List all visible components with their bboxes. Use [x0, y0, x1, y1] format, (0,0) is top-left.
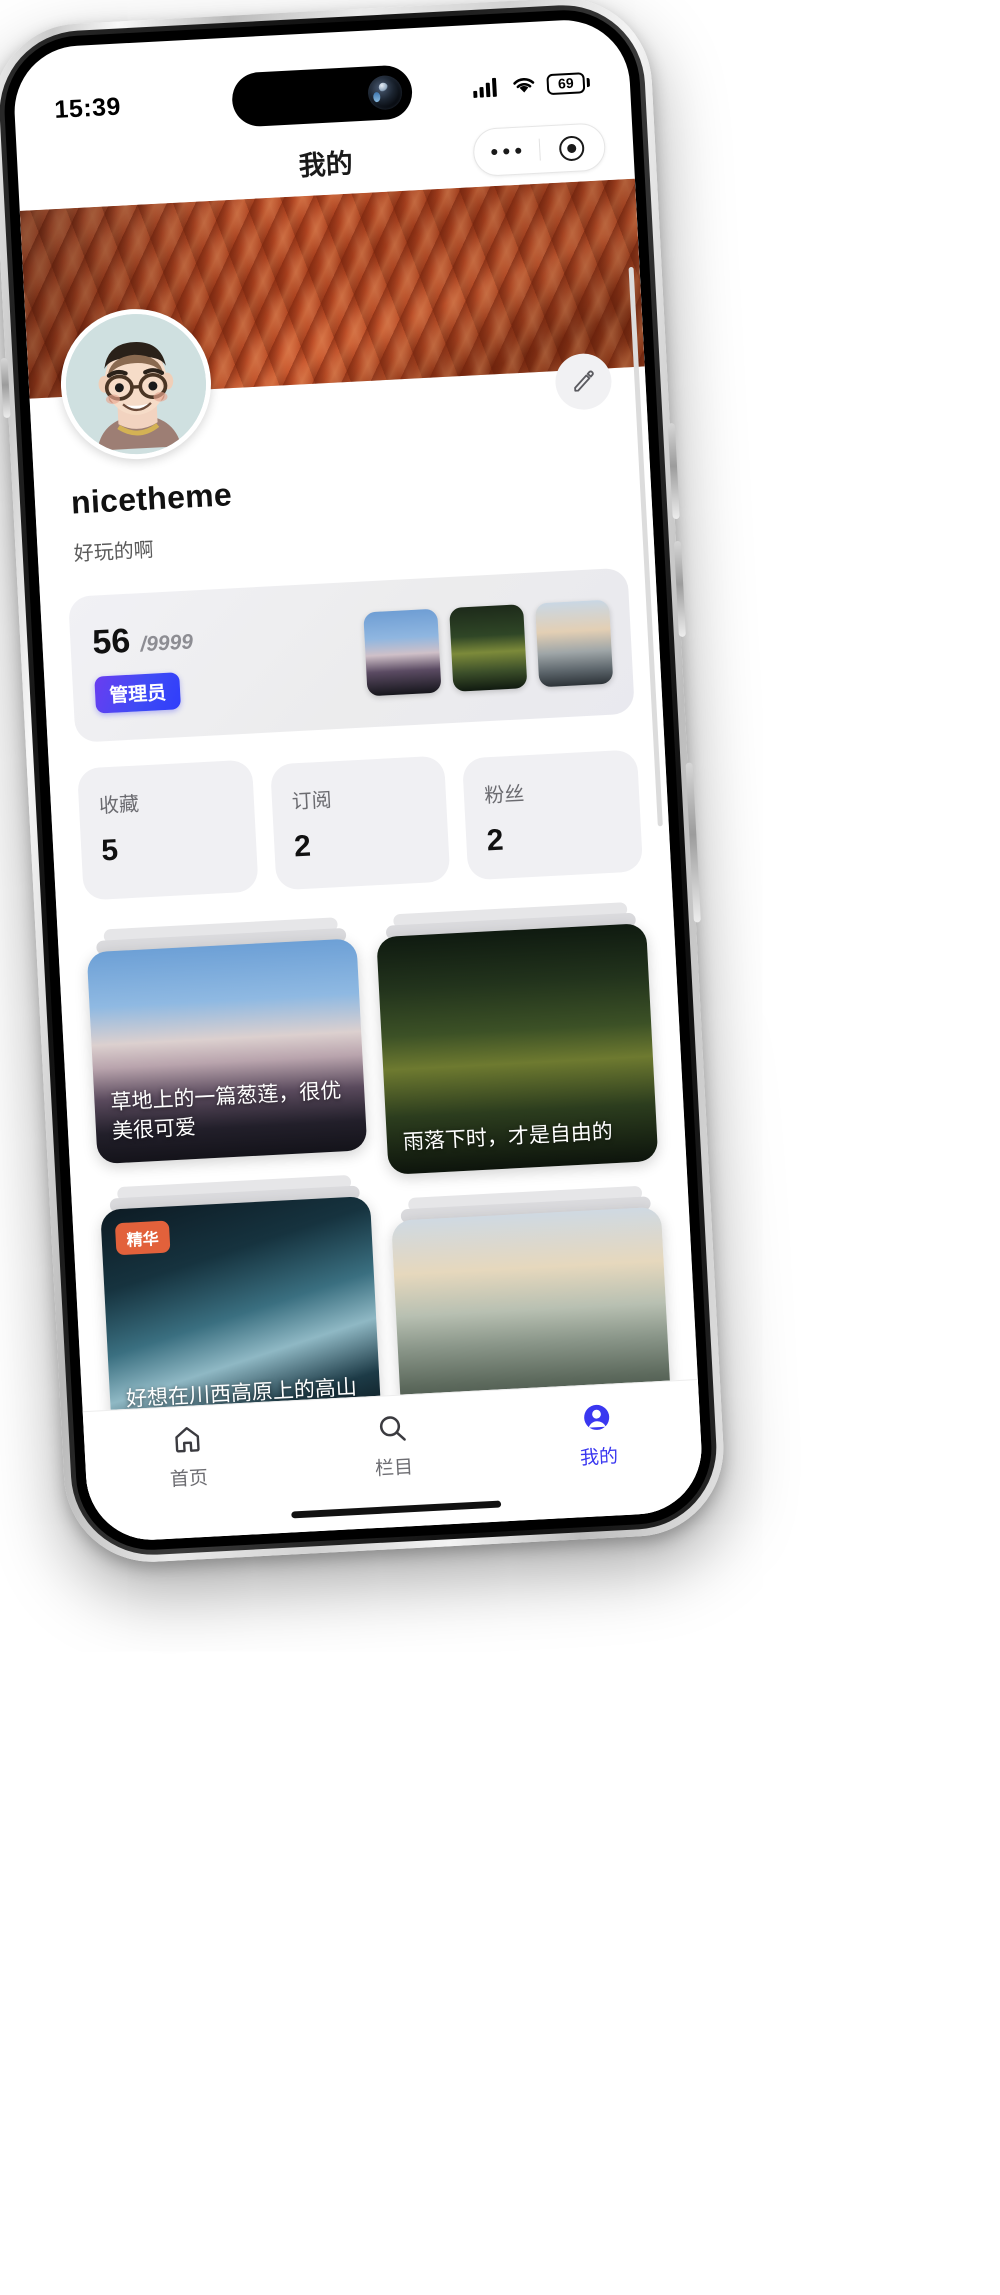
page-content[interactable]: nicetheme 好玩的啊 56 /9999 管理员 收藏 5 订阅 2 粉丝… [19, 178, 705, 1544]
level-numbers: 56 /9999 [91, 618, 193, 662]
profile-avatar-icon [584, 1404, 610, 1430]
more-dots-icon[interactable] [474, 147, 539, 156]
post-column-right: 雨落下时，才是自由的 [376, 902, 672, 1429]
tab-columns[interactable]: 栏目 [289, 1407, 498, 1486]
tab-profile[interactable]: 我的 [494, 1396, 703, 1475]
post-card[interactable]: 精华 好想在川西高原上的高山 [100, 1174, 382, 1432]
mountain-sunset-image: 草地上的一篇葱莲，很优美很可爱 [86, 938, 368, 1165]
tab-label: 首页 [169, 1467, 209, 1491]
level-current: 56 [91, 621, 132, 662]
miniprogram-capsule[interactable] [472, 122, 607, 178]
wifi-icon [513, 78, 535, 93]
stat-label: 订阅 [291, 789, 333, 814]
tab-label: 我的 [579, 1446, 619, 1470]
battery-icon: 69 [546, 71, 591, 95]
search-icon [379, 1416, 406, 1441]
stat-card-favorites[interactable]: 收藏 5 [77, 759, 259, 901]
memoji-avatar-icon [62, 310, 210, 458]
stat-value: 2 [293, 829, 312, 864]
valley-thumb[interactable] [535, 599, 614, 688]
avatar[interactable] [57, 305, 215, 463]
level-max: /9999 [139, 630, 194, 657]
battery-level: 69 [557, 74, 575, 92]
stat-card-followers[interactable]: 粉丝 2 [462, 749, 644, 881]
post-card[interactable]: 草地上的一篇葱莲，很优美很可爱 [86, 917, 368, 1165]
stat-value: 5 [100, 833, 119, 868]
status-icons: 69 [472, 71, 591, 98]
role-badge: 管理员 [94, 672, 182, 714]
stat-card-subscriptions[interactable]: 订阅 2 [269, 755, 451, 891]
level-info: 56 /9999 管理员 [91, 618, 196, 714]
level-thumbnails [363, 599, 614, 697]
stats-row: 收藏 5 订阅 2 粉丝 2 [77, 739, 644, 901]
status-time: 15:39 [53, 92, 122, 124]
glass-architecture-image: 精华 好想在川西高原上的高山 [100, 1195, 382, 1432]
post-column-left: 草地上的一篇葱莲，很优美很可爱 精华 好想在川西高原上的高山 [86, 917, 382, 1443]
level-card[interactable]: 56 /9999 管理员 [68, 567, 635, 743]
front-camera-icon [367, 74, 403, 111]
tab-home[interactable]: 首页 [84, 1418, 293, 1497]
forest-thumb[interactable] [449, 604, 528, 692]
phone-mockup: 15:39 69 我的 nicetheme 好玩的啊 56 /9999 管理员 … [0, 0, 728, 1567]
home-icon [174, 1427, 200, 1453]
dynamic-island [230, 64, 414, 128]
featured-tag: 精华 [114, 1220, 171, 1256]
page-title: 我的 [297, 147, 354, 181]
mountain-thumb[interactable] [363, 608, 442, 697]
autumn-forest-image: 雨落下时，才是自由的 [376, 923, 659, 1175]
screenshot-stage: 15:39 69 我的 nicetheme 好玩的啊 56 /9999 管理员 … [0, 0, 1000, 2295]
post-title: 雨落下时，才是自由的 [402, 1120, 614, 1155]
cellular-signal-icon [473, 77, 497, 98]
stat-label: 粉丝 [483, 783, 525, 808]
post-card[interactable]: 雨落下时，才是自由的 [376, 902, 659, 1175]
phone-screen: 15:39 69 我的 nicetheme 好玩的啊 56 /9999 管理员 … [11, 16, 705, 1544]
tab-label: 栏目 [374, 1457, 414, 1481]
post-grid: 草地上的一篇葱莲，很优美很可爱 精华 好想在川西高原上的高山 雨落下时，才是自由… [86, 902, 672, 1444]
post-title: 草地上的一篇葱莲，很优美很可爱 [109, 1079, 342, 1144]
stat-label: 收藏 [98, 793, 140, 818]
target-circle-icon[interactable] [539, 134, 605, 162]
stat-value: 2 [485, 823, 505, 858]
pencil-edit-icon [574, 370, 594, 392]
